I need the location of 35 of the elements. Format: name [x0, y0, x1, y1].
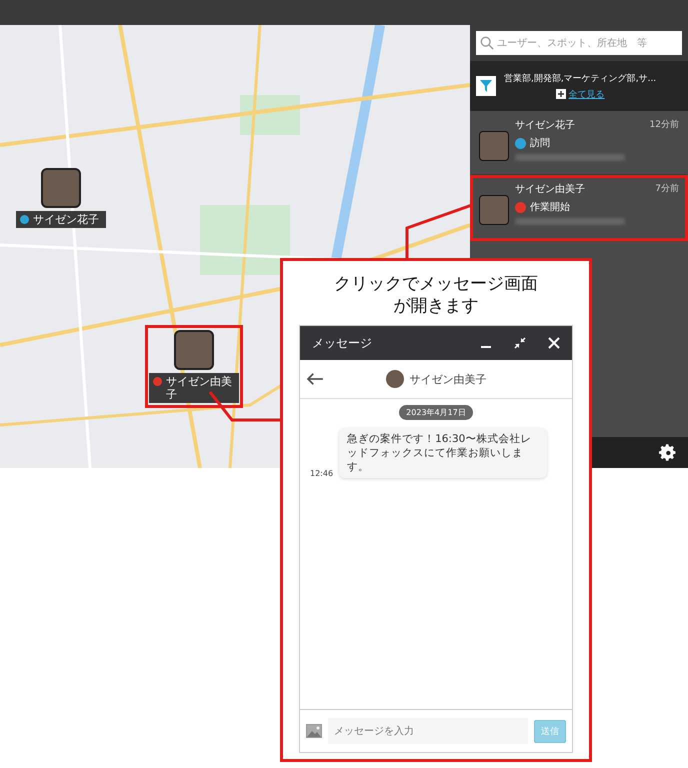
search-icon — [480, 36, 494, 50]
show-all-link[interactable]: 全て見る — [568, 88, 605, 100]
filter-text: 営業部,開発部,マーケティング部,サ... — [504, 72, 656, 84]
image-icon[interactable] — [306, 724, 322, 738]
shrink-icon[interactable] — [514, 337, 526, 349]
plus-icon — [556, 89, 566, 99]
avatar-placeholder — [41, 168, 81, 208]
date-badge: 2023年4月17日 — [399, 405, 473, 420]
filter-button[interactable] — [476, 76, 496, 96]
callout-caption: クリックでメッセージ画面 が開きます — [334, 273, 538, 317]
settings-icon[interactable] — [658, 442, 678, 462]
user-list-item[interactable]: サイゼン花子 12分前 訪問 — [470, 111, 688, 175]
message-time: 12:46 — [310, 469, 334, 478]
search-field[interactable]: ユーザー、スポット、所在地 等 — [476, 31, 682, 55]
avatar-placeholder — [174, 330, 214, 370]
avatar-placeholder — [386, 370, 404, 388]
user-name: サイゼン花子 — [515, 118, 575, 132]
user-list-item[interactable]: サイゼン由美子 7分前 作業開始 — [470, 175, 688, 241]
user-name: サイゼン由美子 — [515, 182, 585, 196]
back-arrow-icon[interactable] — [306, 372, 324, 386]
time-ago: 7分前 — [655, 182, 679, 196]
window-title: メッセージ — [312, 334, 372, 352]
time-ago: 12分前 — [650, 118, 679, 132]
map-marker[interactable]: サイゼン由美子 — [145, 325, 243, 408]
message-input[interactable]: メッセージを入力 — [328, 718, 528, 744]
filter-icon — [480, 80, 492, 92]
marker-name: サイゼン花子 — [33, 213, 99, 226]
contact-name: サイゼン由美子 — [410, 372, 486, 386]
marker-name: サイゼン由美子 — [166, 375, 233, 401]
message-bubble: 急ぎの案件です！16:30〜株式会社レッドフォックスにて作業お願いします。 — [339, 428, 548, 478]
status-text: 訪問 — [530, 136, 550, 150]
status-text: 作業開始 — [530, 200, 570, 214]
avatar-placeholder — [479, 131, 509, 161]
avatar-placeholder — [479, 195, 509, 225]
close-icon[interactable] — [548, 337, 560, 349]
